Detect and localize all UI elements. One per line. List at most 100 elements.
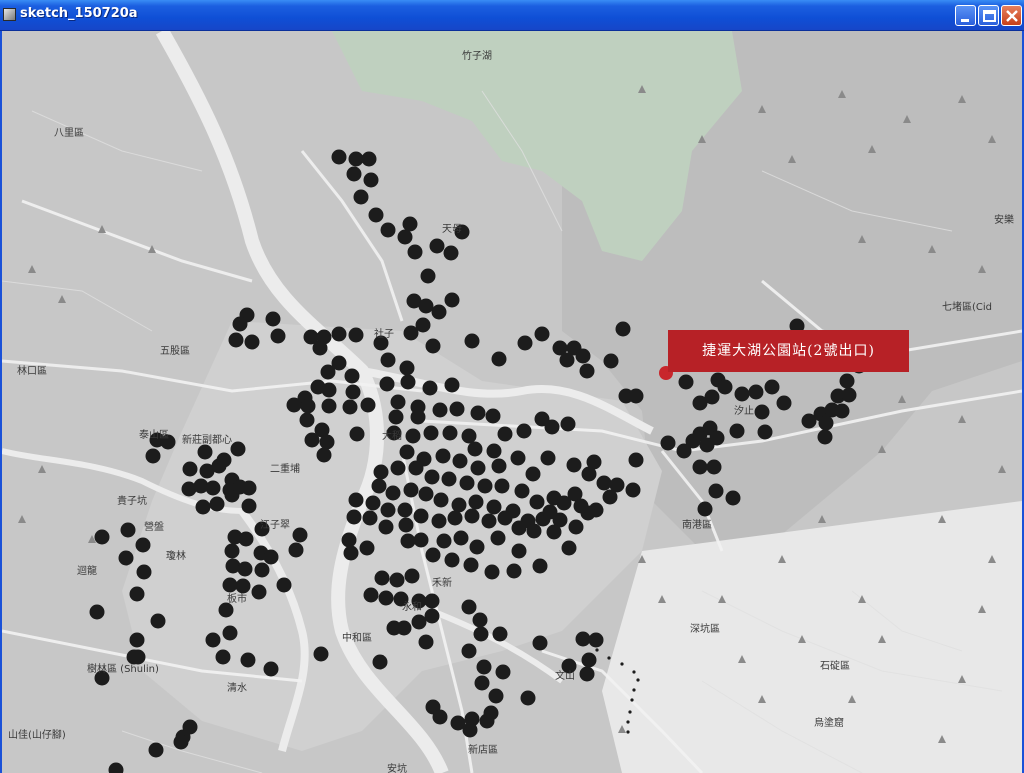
- station-marker[interactable]: [230, 441, 246, 457]
- station-marker[interactable]: [378, 590, 394, 606]
- station-marker[interactable]: [411, 614, 427, 630]
- station-marker[interactable]: [399, 444, 415, 460]
- station-marker[interactable]: [494, 478, 510, 494]
- station-marker[interactable]: [348, 151, 364, 167]
- station-marker[interactable]: [365, 495, 381, 511]
- station-marker[interactable]: [699, 437, 715, 453]
- station-marker[interactable]: [436, 533, 452, 549]
- station-marker[interactable]: [359, 540, 375, 556]
- station-marker[interactable]: [488, 688, 504, 704]
- station-marker[interactable]: [244, 334, 260, 350]
- station-marker[interactable]: [510, 450, 526, 466]
- station-marker[interactable]: [526, 523, 542, 539]
- station-marker[interactable]: [517, 335, 533, 351]
- station-marker[interactable]: [342, 399, 358, 415]
- station-marker[interactable]: [388, 409, 404, 425]
- station-marker[interactable]: [361, 151, 377, 167]
- station-marker[interactable]: [459, 475, 475, 491]
- station-marker[interactable]: [222, 625, 238, 641]
- station-marker[interactable]: [374, 570, 390, 586]
- station-marker[interactable]: [486, 499, 502, 515]
- station-marker[interactable]: [316, 447, 332, 463]
- station-marker[interactable]: [380, 502, 396, 518]
- station-marker[interactable]: [276, 577, 292, 593]
- station-marker[interactable]: [706, 459, 722, 475]
- station-marker[interactable]: [263, 549, 279, 565]
- station-marker[interactable]: [300, 398, 316, 414]
- station-marker[interactable]: [251, 584, 267, 600]
- station-marker[interactable]: [371, 478, 387, 494]
- station-marker[interactable]: [390, 394, 406, 410]
- station-marker[interactable]: [725, 490, 741, 506]
- station-marker[interactable]: [422, 380, 438, 396]
- station-marker[interactable]: [349, 426, 365, 442]
- station-marker[interactable]: [405, 428, 421, 444]
- station-marker[interactable]: [407, 244, 423, 260]
- station-marker[interactable]: [464, 508, 480, 524]
- station-marker[interactable]: [402, 216, 418, 232]
- title-bar[interactable]: sketch_150720a: [0, 0, 1024, 31]
- station-marker[interactable]: [148, 742, 164, 758]
- station-marker[interactable]: [313, 646, 329, 662]
- close-button[interactable]: [1001, 5, 1022, 26]
- station-marker[interactable]: [678, 374, 694, 390]
- station-marker[interactable]: [447, 510, 463, 526]
- station-marker[interactable]: [452, 453, 468, 469]
- station-marker[interactable]: [461, 428, 477, 444]
- station-marker[interactable]: [362, 510, 378, 526]
- station-marker[interactable]: [451, 497, 467, 513]
- station-marker[interactable]: [286, 397, 302, 413]
- station-marker[interactable]: [495, 664, 511, 680]
- station-marker[interactable]: [120, 522, 136, 538]
- station-marker[interactable]: [413, 508, 429, 524]
- station-marker[interactable]: [216, 452, 232, 468]
- station-marker[interactable]: [506, 563, 522, 579]
- station-marker[interactable]: [372, 654, 388, 670]
- station-marker[interactable]: [474, 675, 490, 691]
- station-marker[interactable]: [444, 552, 460, 568]
- station-marker[interactable]: [348, 327, 364, 343]
- station-marker[interactable]: [442, 425, 458, 441]
- station-marker[interactable]: [222, 577, 238, 593]
- station-marker[interactable]: [397, 502, 413, 518]
- station-marker[interactable]: [559, 352, 575, 368]
- station-marker[interactable]: [841, 387, 857, 403]
- station-marker[interactable]: [418, 486, 434, 502]
- station-marker[interactable]: [834, 403, 850, 419]
- station-marker[interactable]: [444, 292, 460, 308]
- station-marker[interactable]: [241, 498, 257, 514]
- station-marker[interactable]: [304, 432, 320, 448]
- station-marker[interactable]: [560, 416, 576, 432]
- station-marker[interactable]: [429, 238, 445, 254]
- station-marker[interactable]: [89, 604, 105, 620]
- station-marker[interactable]: [292, 527, 308, 543]
- station-marker[interactable]: [497, 426, 513, 442]
- station-marker[interactable]: [400, 533, 416, 549]
- station-marker[interactable]: [182, 719, 198, 735]
- station-marker[interactable]: [379, 376, 395, 392]
- station-marker[interactable]: [464, 333, 480, 349]
- station-marker[interactable]: [491, 458, 507, 474]
- station-marker[interactable]: [368, 207, 384, 223]
- station-marker[interactable]: [345, 384, 361, 400]
- station-marker[interactable]: [346, 166, 362, 182]
- station-marker[interactable]: [129, 632, 145, 648]
- station-marker[interactable]: [378, 519, 394, 535]
- station-marker[interactable]: [467, 441, 483, 457]
- station-marker[interactable]: [126, 649, 142, 665]
- station-marker[interactable]: [588, 632, 604, 648]
- station-marker[interactable]: [136, 564, 152, 580]
- station-marker[interactable]: [353, 189, 369, 205]
- station-marker[interactable]: [660, 435, 676, 451]
- station-marker[interactable]: [575, 348, 591, 364]
- station-marker[interactable]: [263, 661, 279, 677]
- station-marker[interactable]: [299, 412, 315, 428]
- station-marker[interactable]: [490, 530, 506, 546]
- station-marker[interactable]: [343, 545, 359, 561]
- station-marker[interactable]: [373, 464, 389, 480]
- station-marker[interactable]: [410, 409, 426, 425]
- station-marker[interactable]: [497, 510, 513, 526]
- station-marker[interactable]: [425, 547, 441, 563]
- station-marker[interactable]: [360, 397, 376, 413]
- station-marker[interactable]: [628, 388, 644, 404]
